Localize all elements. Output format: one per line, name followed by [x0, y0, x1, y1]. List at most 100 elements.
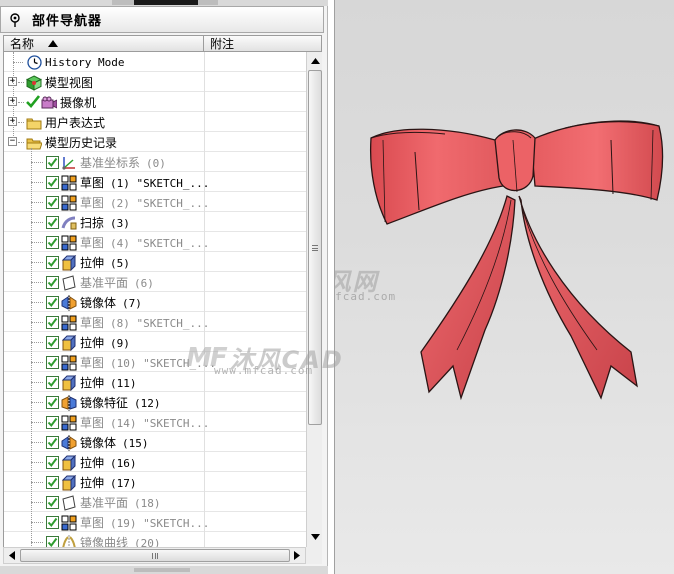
tree-row[interactable]: 草图 (4) "SKETCH_...	[4, 232, 306, 252]
feature-name: 摄像机	[60, 96, 97, 110]
top-strip-handle[interactable]	[134, 0, 198, 5]
tree-row[interactable]: − 模型历史记录	[4, 132, 306, 152]
vertical-scrollbar[interactable]	[306, 52, 322, 547]
tree-row[interactable]: 拉伸 (16)	[4, 452, 306, 472]
feature-checkbox[interactable]	[46, 496, 59, 509]
feature-checkbox[interactable]	[46, 156, 59, 169]
scroll-up-icon[interactable]	[307, 53, 323, 69]
tree-row-label: 拉伸 (11)	[80, 374, 137, 391]
feature-name: 扫掠	[80, 216, 105, 230]
feature-checkbox[interactable]	[46, 276, 59, 289]
feature-checkbox[interactable]	[46, 476, 59, 489]
feature-checkbox[interactable]	[46, 256, 59, 269]
feature-checkbox[interactable]	[46, 196, 59, 209]
feature-checkbox[interactable]	[46, 356, 59, 369]
feature-id: (3)	[110, 217, 130, 230]
sweep-icon	[61, 215, 77, 231]
tree-row[interactable]: 基准坐标系 (0)	[4, 152, 306, 172]
feature-name: 草图	[80, 196, 105, 210]
tree-row[interactable]: 拉伸 (17)	[4, 472, 306, 492]
top-strip-right	[198, 0, 218, 5]
tree-row[interactable]: 镜像体 (15)	[4, 432, 306, 452]
feature-checkbox[interactable]	[46, 216, 59, 229]
tree-row-label: 基准平面 (18)	[80, 494, 161, 511]
sketch-icon	[61, 515, 77, 531]
tree-row[interactable]: 草图 (14) "SKETCH...	[4, 412, 306, 432]
feature-checkbox[interactable]	[46, 396, 59, 409]
bow-right-tail	[518, 195, 638, 400]
tree-row[interactable]: 草图 (19) "SKETCH...	[4, 512, 306, 532]
scroll-left-icon[interactable]	[4, 548, 20, 563]
tree-row-label: 草图 (4) "SKETCH_...	[80, 234, 209, 251]
model-views-icon	[26, 74, 42, 91]
column-header-name[interactable]: 名称	[4, 36, 204, 51]
feature-name: 镜像曲线	[80, 536, 129, 547]
feature-id: (4) "SKETCH_...	[110, 237, 210, 250]
feature-name: 基准平面	[80, 496, 129, 510]
extrude-icon	[61, 474, 77, 491]
watermark-bottom: MF 沐风CAD www.mfcad.com	[186, 340, 344, 378]
folder-icon	[26, 115, 42, 131]
feature-checkbox[interactable]	[46, 536, 59, 547]
feature-checkbox[interactable]	[46, 456, 59, 469]
horizontal-scrollbar[interactable]	[3, 547, 306, 564]
feature-name: 镜像体	[80, 296, 117, 310]
graphics-viewport[interactable]: MF 沐风网 www.mfcad.com	[334, 0, 674, 574]
datum-plane-icon	[61, 494, 77, 511]
tree-row-label: 基准坐标系 (0)	[80, 154, 166, 171]
tree-row[interactable]: 拉伸 (5)	[4, 252, 306, 272]
feature-checkbox[interactable]	[46, 376, 59, 389]
feature-checkbox[interactable]	[46, 176, 59, 189]
tree-row-label: 基准平面 (6)	[80, 274, 154, 291]
tree-row[interactable]: 镜像曲线 (20)	[4, 532, 306, 547]
feature-checkbox[interactable]	[46, 236, 59, 249]
tree-row[interactable]: 基准平面 (6)	[4, 272, 306, 292]
bow-left-loop	[369, 128, 504, 225]
feature-checkbox[interactable]	[46, 316, 59, 329]
tree-row-label: 镜像体 (15)	[80, 434, 149, 451]
tree-row-label: 用户表达式	[45, 114, 105, 131]
tree-row-label: 拉伸 (5)	[80, 254, 130, 271]
bow-model	[369, 120, 664, 401]
feature-id: (6)	[134, 277, 154, 290]
horizontal-scroll-thumb[interactable]	[20, 549, 290, 562]
tree-row[interactable]: 扫掠 (3)	[4, 212, 306, 232]
feature-checkbox[interactable]	[46, 336, 59, 349]
tree-row[interactable]: 镜像特征 (12)	[4, 392, 306, 412]
tree-row-label: 草图 (8) "SKETCH_...	[80, 314, 209, 331]
part-navigator-panel: 部件导航器 名称 附注 History Mode + 模型视图 + 摄像机 + 用户表达式 −…	[0, 0, 328, 574]
tree-row[interactable]: 草图 (8) "SKETCH_...	[4, 312, 306, 332]
tree-row[interactable]: + 用户表达式	[4, 112, 306, 132]
tree-row[interactable]: 草图 (2) "SKETCH_...	[4, 192, 306, 212]
tree-row[interactable]: + 模型视图	[4, 72, 306, 92]
scroll-right-icon[interactable]	[289, 548, 305, 563]
feature-name: 草图	[80, 316, 105, 330]
tree-row-label: 扫掠 (3)	[80, 214, 130, 231]
tree-row-label: 草图 (19) "SKETCH...	[80, 514, 209, 531]
tree-row[interactable]: + 摄像机	[4, 92, 306, 112]
tree-row[interactable]: 基准平面 (18)	[4, 492, 306, 512]
tree-row-label: 拉伸 (9)	[80, 334, 130, 351]
feature-checkbox[interactable]	[46, 516, 59, 529]
feature-checkbox[interactable]	[46, 436, 59, 449]
bottom-resize-strip[interactable]	[0, 566, 328, 574]
feature-id: (18)	[134, 497, 161, 510]
tree-row[interactable]: 镜像体 (7)	[4, 292, 306, 312]
tree-row-label: History Mode	[45, 56, 124, 69]
mirror-feature-icon	[61, 394, 77, 411]
feature-checkbox[interactable]	[46, 416, 59, 429]
tree-row[interactable]: 草图 (1) "SKETCH_...	[4, 172, 306, 192]
folder-open-icon	[26, 135, 42, 151]
watermark-bottom-url: www.mfcad.com	[214, 364, 314, 377]
watermark-top-url: www.mfcad.com	[335, 290, 397, 303]
pin-icon[interactable]	[6, 11, 24, 29]
feature-name: 草图	[80, 236, 105, 250]
feature-checkbox[interactable]	[46, 296, 59, 309]
tree-row[interactable]: History Mode	[4, 52, 306, 72]
scroll-down-icon[interactable]	[307, 529, 323, 545]
feature-id: (2) "SKETCH_...	[110, 197, 210, 210]
collapse-icon[interactable]: −	[8, 137, 17, 146]
camera-icon	[41, 95, 57, 111]
column-header-note[interactable]: 附注	[204, 36, 234, 51]
feature-name: 用户表达式	[45, 116, 106, 130]
